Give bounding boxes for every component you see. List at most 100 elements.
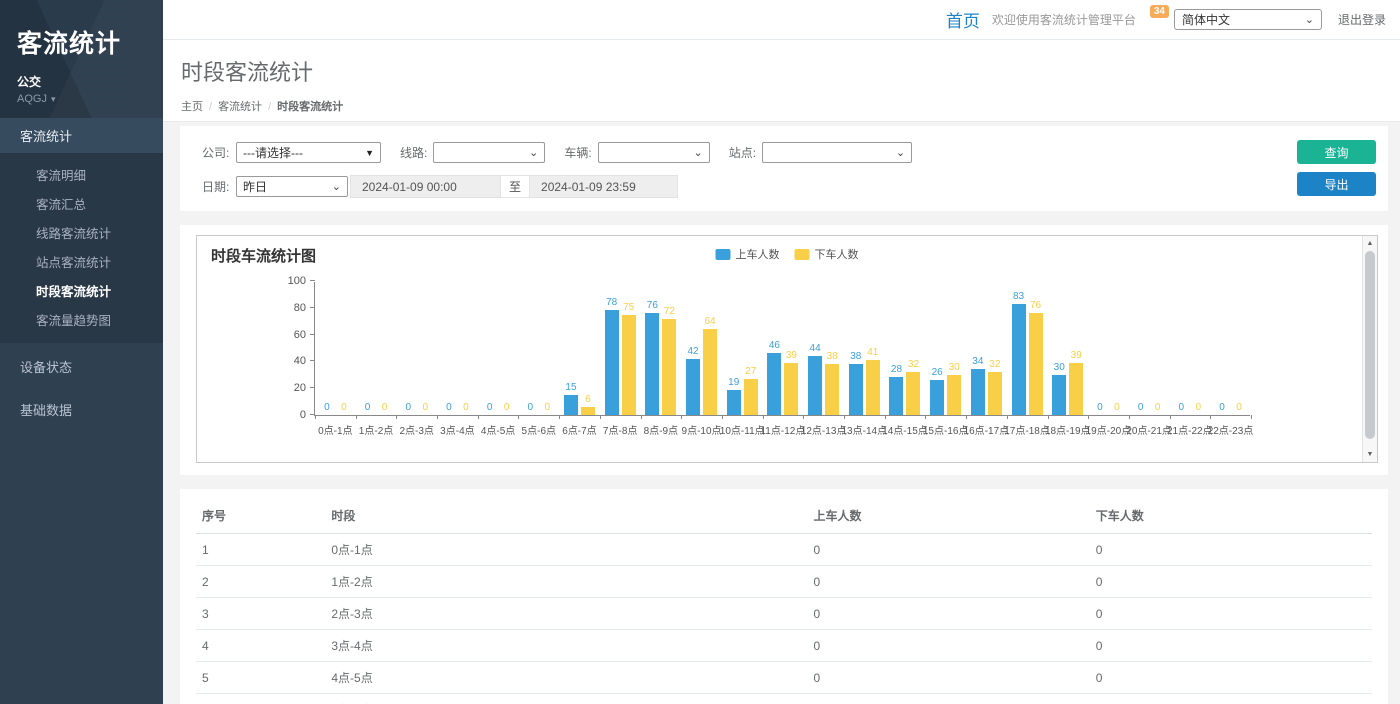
bar-value-label: 0 <box>545 403 551 413</box>
bar-column-上车人数: 46 <box>767 282 781 415</box>
vehicle-label: 车辆: <box>564 144 591 161</box>
bar-下车人数 <box>1029 313 1043 415</box>
sidebar-item-flow-summary[interactable]: 客流汇总 <box>0 189 163 218</box>
bar-上车人数 <box>727 390 741 415</box>
scroll-up-icon[interactable]: ▲ <box>1363 236 1377 251</box>
bar-group: 3039 <box>1047 282 1088 415</box>
sidebar-item-flow-trend-chart[interactable]: 客流量趋势图 <box>0 305 163 334</box>
x-axis-tick <box>1007 415 1008 419</box>
bar-下车人数 <box>622 315 636 416</box>
sidebar-item-base-data[interactable]: 基础数据 <box>0 390 163 429</box>
bar-下车人数 <box>581 407 595 415</box>
bar-value-label: 75 <box>623 303 634 313</box>
bar-上车人数 <box>971 369 985 415</box>
date-preset-select[interactable]: 昨日 ⌄ <box>236 176 348 197</box>
table-cell: 0 <box>808 630 1090 662</box>
table-row: 32点-3点00 <box>196 598 1372 630</box>
bar-value-label: 76 <box>1030 301 1041 311</box>
bar-value-label: 0 <box>422 403 428 413</box>
sidebar-item-period-flow-stats[interactable]: 时段客流统计 <box>0 276 163 305</box>
breadcrumb-current: 时段客流统计 <box>277 101 343 113</box>
table-cell: 5点-6点 <box>325 694 807 704</box>
brand-area: 客流统计 公交 AQGJ▾ <box>0 0 163 118</box>
bar-column-上车人数: 0 <box>1093 282 1107 415</box>
vehicle-select[interactable]: ⌄ <box>598 142 710 163</box>
bar-value-label: 32 <box>908 360 919 370</box>
export-button[interactable]: 导出 <box>1297 172 1376 196</box>
x-axis-tick <box>1170 415 1171 419</box>
date-to-input[interactable]: 2024-01-09 23:59 <box>529 175 678 198</box>
bar-value-label: 0 <box>1097 403 1103 413</box>
bar-column-上车人数: 38 <box>849 282 863 415</box>
bar-column-下车人数: 41 <box>866 282 880 415</box>
chevron-down-icon: ⌄ <box>693 146 702 159</box>
bar-value-label: 46 <box>769 341 780 351</box>
bar-group: 00 <box>1129 282 1170 415</box>
bar-column-下车人数: 0 <box>337 282 351 415</box>
bar-value-label: 0 <box>405 403 411 413</box>
x-axis-label-text: 0点-1点 <box>318 422 352 437</box>
bar-column-上车人数: 42 <box>686 282 700 415</box>
bar-column-下车人数: 76 <box>1029 282 1043 415</box>
breadcrumb-link[interactable]: 主页 <box>181 101 203 113</box>
x-axis-tick <box>396 415 397 419</box>
chevron-down-icon: ⌄ <box>332 180 341 193</box>
line-select[interactable]: ⌄ <box>433 142 545 163</box>
caret-down-icon: ▾ <box>51 94 56 104</box>
breadcrumb-link[interactable]: 客流统计 <box>218 101 262 113</box>
bar-group: 00 <box>518 282 559 415</box>
sidebar-item-line-flow-stats[interactable]: 线路客流统计 <box>0 218 163 247</box>
query-button[interactable]: 查询 <box>1297 140 1376 164</box>
bar-下车人数 <box>703 329 717 415</box>
table-row: 21点-2点00 <box>196 566 1372 598</box>
table-row: 54点-5点00 <box>196 662 1372 694</box>
scrollbar-thumb[interactable] <box>1365 251 1375 439</box>
x-axis-label-text: 8点-9点 <box>644 422 678 437</box>
bar-column-下车人数: 39 <box>784 282 798 415</box>
bar-value-label: 42 <box>687 347 698 357</box>
bar-column-上车人数: 26 <box>930 282 944 415</box>
bar-group: 00 <box>356 282 397 415</box>
bar-下车人数 <box>662 319 676 415</box>
sidebar-item-device-status[interactable]: 设备状态 <box>0 347 163 386</box>
breadcrumb-separator: / <box>209 101 212 113</box>
bar-column-上车人数: 34 <box>971 282 985 415</box>
table-cell: 1 <box>196 534 325 566</box>
page-title: 时段客流统计 <box>181 55 1400 87</box>
x-axis-tick <box>844 415 845 419</box>
scroll-down-icon[interactable]: ▼ <box>1363 447 1377 462</box>
sidebar-item-passenger-flow-stats[interactable]: 客流统计 <box>0 118 163 153</box>
bar-value-label: 41 <box>867 348 878 358</box>
chart-scrollbar[interactable]: ▲ ▼ <box>1362 236 1377 462</box>
x-axis-tick <box>437 415 438 419</box>
y-axis-label: 100 <box>288 275 306 287</box>
station-select[interactable]: ⌄ <box>762 142 912 163</box>
logout-link[interactable]: 退出登录 <box>1338 11 1386 28</box>
table-cell: 6 <box>196 694 325 704</box>
bar-group: 156 <box>559 282 600 415</box>
bar-value-label: 39 <box>1071 351 1082 361</box>
date-from-input[interactable]: 2024-01-09 00:00 <box>350 175 501 198</box>
language-select[interactable]: 简体中文 ⌄ <box>1174 9 1322 30</box>
org-code-dropdown[interactable]: AQGJ▾ <box>17 93 163 105</box>
table-cell: 0 <box>808 534 1090 566</box>
x-axis-tick <box>559 415 560 419</box>
brand-title: 客流统计 <box>17 24 163 60</box>
x-axis-label: 2点-3点 <box>396 422 437 437</box>
x-axis-label: 19点-20点 <box>1088 422 1129 437</box>
table-cell: 0 <box>808 566 1090 598</box>
x-axis-label: 7点-8点 <box>600 422 641 437</box>
bar-column-下车人数: 32 <box>906 282 920 415</box>
bar-value-label: 15 <box>565 383 576 393</box>
home-link[interactable]: 首页 <box>946 7 980 32</box>
breadcrumb: 主页/客流统计/时段客流统计 <box>181 98 1400 114</box>
sidebar-item-station-flow-stats[interactable]: 站点客流统计 <box>0 247 163 276</box>
legend-swatch-icon <box>795 249 810 260</box>
content-area: 公司: ---请选择--- ▼ 线路: ⌄ 车辆: ⌄ 站点 <box>163 122 1400 704</box>
period-flow-table: 序号时段上车人数下车人数 10点-1点0021点-2点0032点-3点0043点… <box>196 498 1372 704</box>
bar-column-上车人数: 0 <box>401 282 415 415</box>
company-select[interactable]: ---请选择--- ▼ <box>236 142 381 163</box>
x-axis-tick <box>1129 415 1130 419</box>
table-cell: 5 <box>196 662 325 694</box>
sidebar-item-flow-detail[interactable]: 客流明细 <box>0 160 163 189</box>
